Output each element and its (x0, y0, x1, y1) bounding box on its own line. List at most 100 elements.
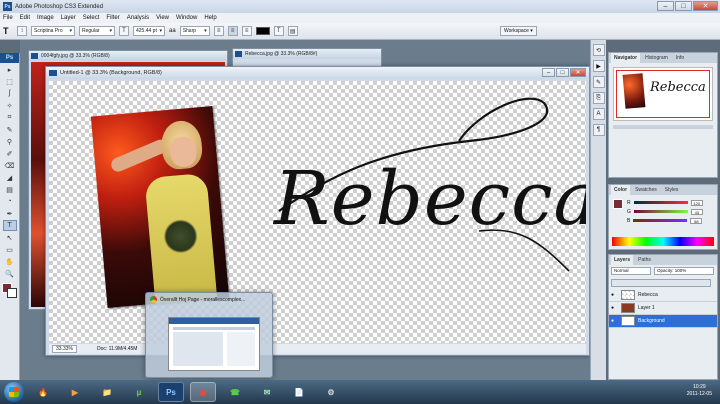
navigator-zoom-slider[interactable] (613, 125, 713, 129)
doc-minimize-button[interactable]: – (542, 68, 555, 77)
align-center-icon[interactable]: ≡ (227, 26, 238, 36)
align-right-icon[interactable]: ≡ (241, 26, 252, 36)
document-title-bar[interactable]: Untitled-1 @ 33.3% (Background, RGB/8) –… (46, 67, 589, 79)
blend-mode-select[interactable]: Normal (611, 267, 651, 275)
menu-filter[interactable]: Filter (106, 15, 119, 21)
start-button[interactable] (4, 382, 24, 402)
menu-analysis[interactable]: Analysis (127, 15, 149, 21)
brush-tool-icon[interactable]: ✎ (3, 124, 17, 135)
document-canvas[interactable]: Rebecca (49, 81, 586, 343)
taskbar-app-notes-icon[interactable]: 📄 (286, 382, 312, 402)
move-tool-icon[interactable]: ▸ (3, 64, 17, 75)
color-b-value[interactable]: 58 (690, 217, 703, 224)
menu-view[interactable]: View (156, 15, 169, 21)
hand-tool-icon[interactable]: ✋ (3, 256, 17, 267)
canvas-text-rebecca[interactable]: Rebecca (274, 156, 586, 242)
navigator-view-box[interactable] (616, 70, 710, 118)
taskbar-app-skype-icon[interactable]: ☎ (222, 382, 248, 402)
layer-row-selected[interactable]: ● Background (609, 315, 717, 328)
toolbox-header[interactable]: Ps (0, 53, 19, 63)
visibility-eye-icon[interactable]: ● (611, 318, 618, 324)
taskbar-app-vlc-icon[interactable]: 🔥 (30, 382, 56, 402)
document-title-bar[interactable]: Rebecca.jpg @ 33.3% (RGB/8#) (233, 49, 381, 59)
eraser-tool-icon[interactable]: ⌫ (3, 160, 17, 171)
dodge-tool-icon[interactable]: ◔ (3, 196, 17, 207)
taskbar-app-media-player-icon[interactable]: ▶ (62, 382, 88, 402)
crop-tool-icon[interactable]: ⌗ (3, 112, 17, 123)
document-title-bar[interactable]: 0004fgfy.jpg @ 33.3% (RGB/8) (29, 51, 227, 61)
text-orientation-icon[interactable]: ↕ (17, 26, 27, 36)
close-button[interactable]: ✕ (693, 1, 718, 11)
gradient-tool-icon[interactable]: ◢ (3, 172, 17, 183)
lasso-tool-icon[interactable]: ʃ (3, 88, 17, 99)
menu-image[interactable]: Image (37, 15, 54, 21)
minimize-button[interactable]: – (657, 1, 674, 11)
layer-row[interactable]: ● Layer 1 (609, 302, 717, 315)
menu-window[interactable]: Window (176, 15, 197, 21)
tab-histogram[interactable]: Histogram (642, 53, 671, 63)
color-spectrum-bar[interactable] (612, 237, 714, 246)
menu-file[interactable]: File (3, 15, 13, 21)
taskbar-app-explorer-icon[interactable]: 📁 (94, 382, 120, 402)
opacity-field[interactable]: Opacity: 100% (654, 267, 714, 275)
tab-navigator[interactable]: Navigator (611, 53, 641, 63)
maximize-button[interactable]: □ (675, 1, 692, 11)
color-g-slider[interactable] (633, 210, 688, 213)
path-selection-tool-icon[interactable]: ↖ (3, 232, 17, 243)
taskbar-thumbnail-preview[interactable]: Överallt Hoj Page - morallescomplex... (145, 292, 273, 378)
warp-text-icon[interactable]: T (273, 26, 284, 36)
stamp-tool-icon[interactable]: ⚲ (3, 136, 17, 147)
lock-controls[interactable] (611, 279, 711, 287)
taskbar-app-utorrent-icon[interactable]: μ (126, 382, 152, 402)
font-family-select[interactable]: Scriptina Pro ▾ (31, 26, 75, 36)
system-clock[interactable]: 10:29 2011-12-05 (687, 384, 712, 398)
thumbnail-screenshot[interactable] (168, 317, 260, 371)
tab-layers[interactable]: Layers (611, 255, 634, 265)
text-color-swatch[interactable] (255, 27, 270, 35)
marquee-tool-icon[interactable]: ⬚ (3, 76, 17, 87)
blur-tool-icon[interactable]: ▤ (3, 184, 17, 195)
doc-close-button[interactable]: ✕ (570, 68, 586, 77)
tab-styles[interactable]: Styles (662, 185, 682, 195)
history-brush-tool-icon[interactable]: ✐ (3, 148, 17, 159)
actions-panel-icon[interactable]: ▶ (592, 60, 605, 72)
tab-swatches[interactable]: Swatches (632, 185, 660, 195)
menu-layer[interactable]: Layer (61, 15, 76, 21)
taskbar-app-photoshop-icon[interactable]: Ps (158, 382, 184, 402)
pen-tool-icon[interactable]: ✒ (3, 208, 17, 219)
tab-color[interactable]: Color (611, 185, 631, 195)
menu-help[interactable]: Help (204, 15, 216, 21)
character-panel-icon[interactable]: ▤ (287, 26, 298, 36)
brushes-panel-icon[interactable]: ✎ (592, 76, 605, 88)
document-window-rebecca[interactable]: Rebecca.jpg @ 33.3% (RGB/8#) (232, 48, 382, 68)
magic-wand-tool-icon[interactable]: ✧ (3, 100, 17, 111)
character-panel-icon[interactable]: A (592, 108, 605, 120)
text-tool-icon[interactable]: T (3, 26, 13, 36)
anti-alias-select[interactable]: Sharp ▾ (179, 26, 210, 36)
shape-tool-icon[interactable]: ▭ (3, 244, 17, 255)
taskbar-app-mail-icon[interactable]: ✉ (254, 382, 280, 402)
workspace-button[interactable]: Workspace ▾ (500, 26, 537, 36)
menu-select[interactable]: Select (83, 15, 100, 21)
doc-maximize-button[interactable]: □ (556, 68, 569, 77)
taskbar-app-tool-icon[interactable]: ⚙ (318, 382, 344, 402)
tab-info[interactable]: Info (673, 53, 687, 63)
color-panel-foreground[interactable] (613, 199, 623, 209)
paragraph-panel-icon[interactable]: ¶ (592, 124, 605, 136)
zoom-tool-icon[interactable]: 🔍 (3, 268, 17, 279)
color-r-slider[interactable] (633, 201, 688, 204)
visibility-eye-icon[interactable]: ● (611, 292, 618, 298)
navigator-preview[interactable]: Rebecca (613, 67, 713, 121)
history-panel-icon[interactable]: ⟲ (592, 44, 605, 56)
font-style-select[interactable]: Regular ▾ (79, 26, 115, 36)
font-size-select[interactable]: 425.44 pt ▾ (133, 26, 165, 36)
type-tool-icon[interactable]: T (2, 220, 17, 231)
layer-row[interactable]: ● Rebecca (609, 289, 717, 302)
align-left-icon[interactable]: ≡ (213, 26, 224, 36)
clone-source-panel-icon[interactable]: ⎘ (592, 92, 605, 104)
document-window-untitled[interactable]: Untitled-1 @ 33.3% (Background, RGB/8) –… (45, 66, 590, 356)
menu-edit[interactable]: Edit (20, 15, 30, 21)
color-b-slider[interactable] (633, 219, 688, 222)
taskbar-app-chrome-icon[interactable]: ◉ (190, 382, 216, 402)
zoom-field[interactable]: 33.33% (52, 345, 77, 353)
